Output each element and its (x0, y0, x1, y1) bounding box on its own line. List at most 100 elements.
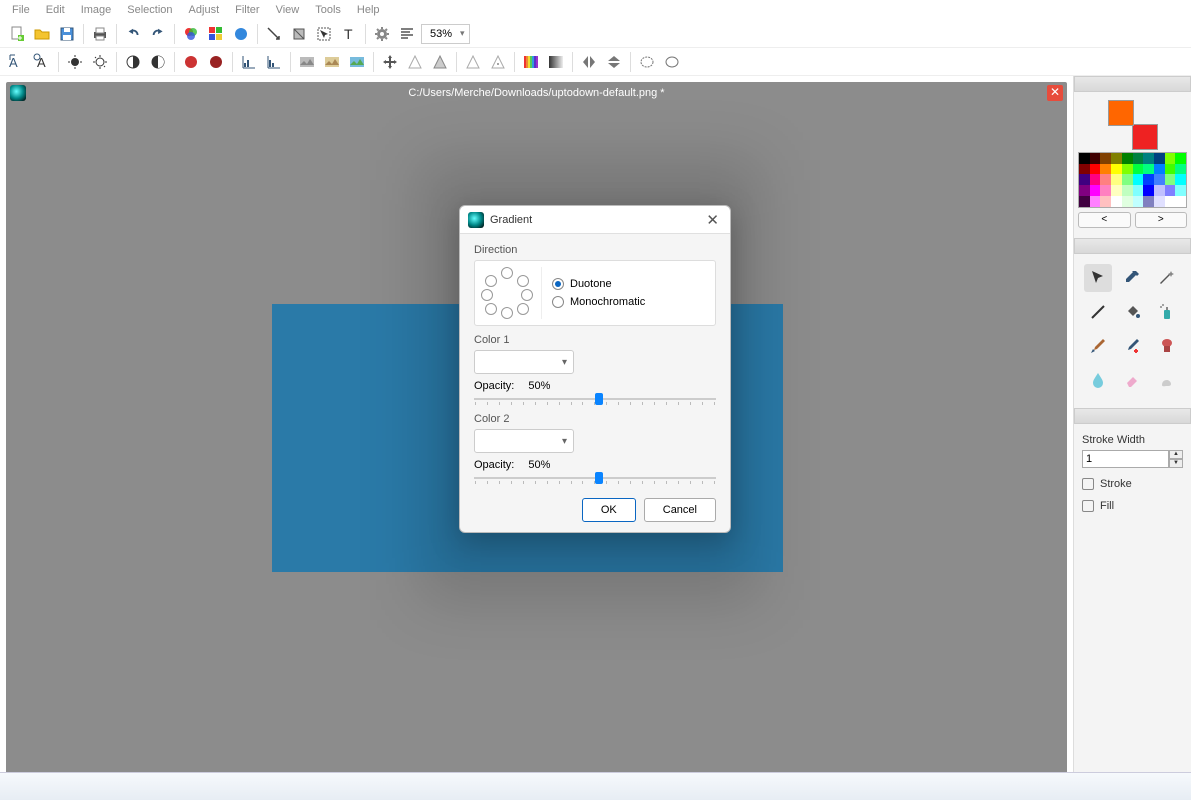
palette-color[interactable] (1154, 174, 1165, 185)
palette-color[interactable] (1079, 164, 1090, 175)
menu-tools[interactable]: Tools (309, 2, 347, 18)
palette-color[interactable] (1111, 164, 1122, 175)
palette-color[interactable] (1143, 196, 1154, 207)
palette-prev-button[interactable]: < (1078, 212, 1131, 228)
menu-selection[interactable]: Selection (121, 2, 178, 18)
close-document-button[interactable]: ✕ (1047, 85, 1063, 101)
stroke-down-button[interactable]: ▼ (1169, 459, 1183, 468)
color-palette[interactable] (1078, 152, 1187, 208)
flip-h-icon[interactable] (578, 51, 600, 73)
palette-color[interactable] (1079, 153, 1090, 164)
palette-color[interactable] (1133, 153, 1144, 164)
color-squares-icon[interactable] (205, 23, 227, 45)
ellipse-dash-icon[interactable] (636, 51, 658, 73)
palette-color[interactable] (1143, 174, 1154, 185)
menu-edit[interactable]: Edit (40, 2, 71, 18)
cancel-button[interactable]: Cancel (644, 498, 716, 522)
palette-color[interactable] (1165, 164, 1176, 175)
palette-color[interactable] (1100, 174, 1111, 185)
palette-color[interactable] (1165, 196, 1176, 207)
image-gray-icon[interactable] (296, 51, 318, 73)
ok-button[interactable]: OK (582, 498, 636, 522)
opacity1-thumb[interactable] (595, 393, 603, 405)
palette-color[interactable] (1165, 185, 1176, 196)
triangle-d-icon[interactable] (487, 51, 509, 73)
palette-color[interactable] (1122, 196, 1133, 207)
transform-b-icon[interactable]: A (31, 51, 53, 73)
image-sepia-icon[interactable] (321, 51, 343, 73)
palette-color[interactable] (1175, 196, 1186, 207)
palette-next-button[interactable]: > (1135, 212, 1188, 228)
spray-tool[interactable] (1153, 298, 1181, 326)
flip-v-icon[interactable] (603, 51, 625, 73)
palette-color[interactable] (1100, 153, 1111, 164)
eyedropper-tool[interactable] (1118, 264, 1146, 292)
open-file-icon[interactable] (31, 23, 53, 45)
palette-color[interactable] (1079, 174, 1090, 185)
palette-color[interactable] (1111, 185, 1122, 196)
palette-color[interactable] (1175, 174, 1186, 185)
palette-color[interactable] (1090, 164, 1101, 175)
palette-color[interactable] (1090, 196, 1101, 207)
palette-color[interactable] (1165, 153, 1176, 164)
palette-color[interactable] (1133, 196, 1144, 207)
palette-color[interactable] (1100, 164, 1111, 175)
fill-checkbox[interactable] (1082, 500, 1094, 512)
palette-color[interactable] (1175, 153, 1186, 164)
menu-adjust[interactable]: Adjust (183, 2, 226, 18)
histogram-a-icon[interactable] (238, 51, 260, 73)
palette-color[interactable] (1111, 196, 1122, 207)
palette-color[interactable] (1143, 164, 1154, 175)
brightness-down-icon[interactable] (89, 51, 111, 73)
new-file-icon[interactable] (6, 23, 28, 45)
wand-tool[interactable] (1153, 264, 1181, 292)
gradient-gray-icon[interactable] (545, 51, 567, 73)
stroke-width-field[interactable] (1082, 450, 1169, 468)
palette-color[interactable] (1165, 174, 1176, 185)
opacity2-slider[interactable] (474, 477, 716, 479)
transform-a-icon[interactable]: A (6, 51, 28, 73)
opacity2-thumb[interactable] (595, 472, 603, 484)
palette-color[interactable] (1133, 164, 1144, 175)
palette-color[interactable] (1154, 185, 1165, 196)
gear-icon[interactable] (371, 23, 393, 45)
line-tool[interactable] (1084, 298, 1112, 326)
zoom-level-select[interactable]: 53% ▾ (421, 24, 470, 44)
palette-color[interactable] (1143, 153, 1154, 164)
palette-color[interactable] (1111, 174, 1122, 185)
opacity1-slider[interactable] (474, 398, 716, 400)
taskbar[interactable] (0, 772, 1191, 800)
color1-select[interactable]: ▾ (474, 350, 574, 374)
stamp-tool[interactable] (1153, 332, 1181, 360)
stroke-up-button[interactable]: ▲ (1169, 450, 1183, 459)
crop-icon[interactable] (288, 23, 310, 45)
palette-color[interactable] (1175, 164, 1186, 175)
color-swatches[interactable] (1108, 100, 1158, 150)
arrow-diag-icon[interactable] (263, 23, 285, 45)
brush-tool[interactable] (1084, 332, 1112, 360)
histogram-b-icon[interactable] (263, 51, 285, 73)
menu-view[interactable]: View (270, 2, 306, 18)
brightness-up-icon[interactable] (64, 51, 86, 73)
pointer-tool[interactable] (1084, 264, 1112, 292)
image-color-icon[interactable] (346, 51, 368, 73)
redo-icon[interactable] (147, 23, 169, 45)
mono-radio[interactable] (552, 296, 564, 308)
foreground-color-swatch[interactable] (1108, 100, 1134, 126)
circle-blue-icon[interactable] (230, 23, 252, 45)
red-circle-b-icon[interactable] (205, 51, 227, 73)
palette-color[interactable] (1143, 185, 1154, 196)
align-lines-icon[interactable] (396, 23, 418, 45)
document-tab[interactable]: C:/Users/Merche/Downloads/uptodown-defau… (6, 82, 1067, 104)
print-icon[interactable] (89, 23, 111, 45)
menu-file[interactable]: File (6, 2, 36, 18)
drop-tool[interactable] (1084, 366, 1112, 394)
undo-icon[interactable] (122, 23, 144, 45)
ellipse-solid-icon[interactable] (661, 51, 683, 73)
contrast-a-icon[interactable] (122, 51, 144, 73)
palette-color[interactable] (1122, 164, 1133, 175)
palette-color[interactable] (1154, 196, 1165, 207)
save-icon[interactable] (56, 23, 78, 45)
triangle-a-icon[interactable] (404, 51, 426, 73)
menu-image[interactable]: Image (75, 2, 118, 18)
